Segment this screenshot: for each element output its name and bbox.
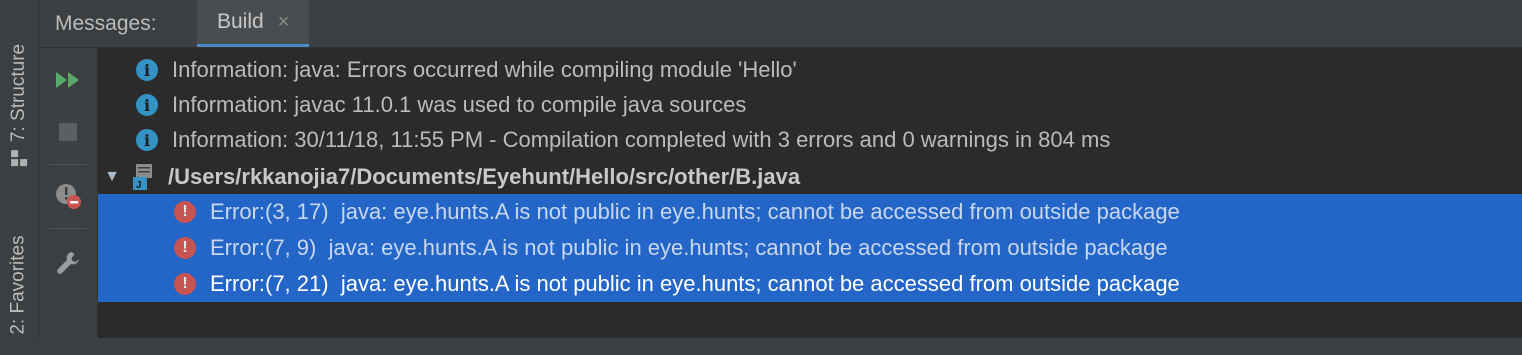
stop-button[interactable] (39, 112, 97, 152)
info-message-text: Information: java: Errors occurred while… (172, 57, 797, 82)
error-message-row[interactable]: ! Error:(7, 21) java: eye.hunts.A is not… (98, 266, 1522, 302)
left-tool-strip: 7: Structure 2: Favorites (0, 0, 39, 338)
info-message-text: Information: javac 11.0.1 was used to co… (172, 92, 747, 117)
structure-tool-tab[interactable]: 7: Structure (0, 20, 38, 190)
file-path: /Users/rkkanojia7/Documents/Eyehunt/Hell… (168, 164, 801, 189)
info-message-text: Information: 30/11/18, 11:55 PM - Compil… (172, 127, 1111, 152)
stop-icon (59, 123, 77, 141)
rerun-button[interactable] (39, 60, 97, 100)
favorites-tab-label: 2: Favorites (8, 235, 30, 335)
error-position: Error:(7, 21) (210, 271, 329, 296)
toggle-errors-button[interactable] (39, 176, 97, 216)
structure-tab-label: 7: Structure (8, 43, 29, 143)
panel-title: Messages: (55, 11, 157, 35)
structure-icon (11, 150, 27, 167)
info-message-row[interactable]: i Information: javac 11.0.1 was used to … (98, 87, 1522, 123)
build-messages-tree[interactable]: i Information: java: Errors occurred whi… (98, 48, 1522, 338)
error-position: Error:(3, 17) (210, 199, 329, 224)
favorites-tool-tab[interactable]: 2: Favorites (0, 215, 38, 355)
file-node-row[interactable]: ▼ J /Users/rkkanojia7/Documents/Eyehunt/… (98, 159, 1522, 195)
settings-button[interactable] (39, 243, 97, 283)
close-icon[interactable]: × (278, 11, 290, 34)
messages-header: Messages: Build × (39, 0, 1522, 48)
error-icon: ! (174, 273, 196, 295)
rerun-icon (56, 72, 79, 88)
info-icon: i (136, 129, 158, 151)
settings-wrench-icon (57, 252, 79, 274)
build-tab-label: Build (217, 10, 264, 33)
error-message-row[interactable]: ! Error:(7, 9) java: eye.hunts.A is not … (98, 230, 1522, 266)
java-file-icon: J (133, 164, 152, 191)
error-text: java: eye.hunts.A is not public in eye.h… (340, 271, 1180, 296)
svg-text:J: J (136, 180, 142, 191)
info-message-row[interactable]: i Information: java: Errors occurred whi… (98, 52, 1522, 88)
error-icon: ! (174, 237, 196, 259)
error-position: Error:(7, 9) (210, 235, 317, 260)
error-text: java: eye.hunts.A is not public in eye.h… (328, 235, 1168, 260)
info-icon: i (136, 94, 158, 116)
info-icon: i (136, 59, 158, 81)
error-text: java: eye.hunts.A is not public in eye.h… (340, 199, 1180, 224)
info-message-row[interactable]: i Information: 30/11/18, 11:55 PM - Comp… (98, 122, 1522, 158)
error-message-row[interactable]: ! Error:(3, 17) java: eye.hunts.A is not… (98, 194, 1522, 230)
expand-arrow-icon[interactable]: ▼ (102, 168, 122, 186)
error-icon: ! (174, 201, 196, 223)
messages-toolbar (39, 48, 98, 338)
tab-build[interactable]: Build × (197, 0, 310, 47)
toggle-errors-icon (56, 184, 81, 209)
